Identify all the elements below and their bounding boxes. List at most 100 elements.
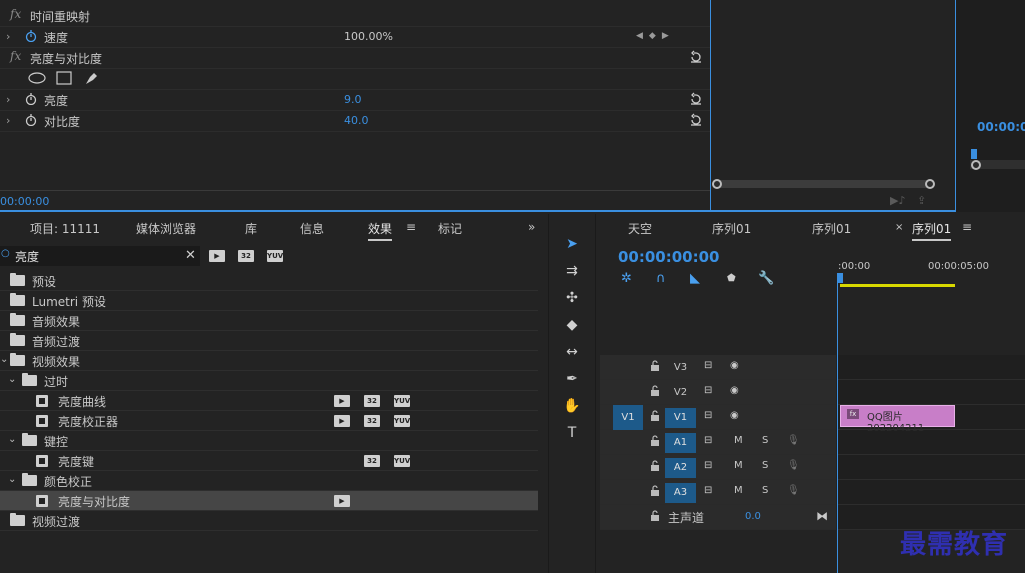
clear-search-icon[interactable]: ✕ xyxy=(185,248,196,263)
more-tabs-icon[interactable]: » xyxy=(528,220,535,234)
close-tab-icon[interactable]: × xyxy=(895,222,903,233)
snap-icon[interactable]: ∩ xyxy=(656,271,666,286)
ec-timecode[interactable]: 00:00:00 xyxy=(0,195,49,208)
video-track-header[interactable]: V1 V1 ⊟ ◉ xyxy=(600,405,836,430)
solo-button[interactable]: S xyxy=(762,460,768,471)
razor-tool-icon[interactable]: ◆ xyxy=(562,315,582,335)
source-patch[interactable]: V1 xyxy=(613,405,643,430)
slip-tool-icon[interactable]: ↔ xyxy=(562,342,582,362)
hand-tool-icon[interactable]: ✋ xyxy=(562,396,582,416)
track-lane[interactable] xyxy=(838,480,1025,505)
folder-item[interactable]: 视频过渡 xyxy=(0,511,538,531)
tab-markers[interactable]: 标记 xyxy=(438,220,462,237)
yuv-effects-filter[interactable]: YUV xyxy=(267,250,283,262)
track-name[interactable]: A3 xyxy=(665,483,696,503)
effect-item[interactable]: 亮度曲线 ▶ 32 YUV xyxy=(0,391,538,411)
ripple-edit-tool-icon[interactable]: ✣ xyxy=(562,288,582,308)
32bit-effects-filter[interactable]: 32 xyxy=(238,250,254,262)
ec-row-speed[interactable]: › 速度 100.00% ◀◆▶ xyxy=(0,27,710,48)
sync-lock-icon[interactable]: ⊟ xyxy=(704,410,712,421)
playhead-handle[interactable] xyxy=(837,273,843,283)
wrench-icon[interactable]: 🔧 xyxy=(758,271,774,286)
chevron-right-icon[interactable]: › xyxy=(6,114,10,127)
audio-track-header[interactable]: A2 ⊟ M S 🎙 xyxy=(600,455,836,480)
track-lane[interactable] xyxy=(838,380,1025,405)
ec-row-time-remap[interactable]: fx 时间重映射 xyxy=(0,6,710,27)
pen-tool-icon[interactable]: ✒ xyxy=(562,369,582,389)
sync-lock-icon[interactable]: ⊟ xyxy=(704,385,712,396)
microphone-icon[interactable]: 🎙 xyxy=(787,485,800,496)
work-area-bar[interactable] xyxy=(840,284,955,287)
panel-menu-icon[interactable]: ≡ xyxy=(406,220,416,234)
keyframe-nav[interactable]: ◀◆▶ xyxy=(636,31,675,41)
folder-item[interactable]: ⌄ 过时 xyxy=(0,371,538,391)
rectangle-mask-icon[interactable] xyxy=(56,71,72,85)
sync-lock-icon[interactable]: ⊟ xyxy=(704,435,712,446)
ec-row-brightness[interactable]: › 亮度 9.0 xyxy=(0,90,710,111)
program-timecode[interactable]: 00:00:0 xyxy=(977,120,1025,134)
lock-icon[interactable] xyxy=(650,360,660,372)
search-input[interactable] xyxy=(15,249,180,263)
audio-track-header[interactable]: A3 ⊟ M S 🎙 xyxy=(600,480,836,505)
chevron-down-icon[interactable]: ⌄ xyxy=(0,354,8,365)
track-name[interactable]: V2 xyxy=(665,383,696,403)
program-scroll-handle[interactable] xyxy=(971,160,981,170)
scrollbar-handle-left[interactable] xyxy=(712,179,722,189)
keyframe-scrollbar[interactable] xyxy=(716,180,930,188)
video-track-header[interactable]: V2 ⊟ ◉ xyxy=(600,380,836,405)
speed-value[interactable]: 100.00% xyxy=(344,30,393,43)
eye-icon[interactable]: ◉ xyxy=(730,410,739,421)
tab-sequence[interactable]: 序列01 xyxy=(712,220,751,237)
stopwatch-icon[interactable] xyxy=(25,114,37,126)
scrollbar-handle-right[interactable] xyxy=(925,179,935,189)
microphone-icon[interactable]: 🎙 xyxy=(787,435,800,446)
lock-icon[interactable] xyxy=(650,410,660,422)
sync-lock-icon[interactable]: ⊟ xyxy=(704,360,712,371)
track-select-tool-icon[interactable]: ⇉ xyxy=(562,261,582,281)
eye-icon[interactable]: ◉ xyxy=(730,385,739,396)
track-name[interactable]: A1 xyxy=(665,433,696,453)
solo-button[interactable]: S xyxy=(762,435,768,446)
ec-row-brightness-contrast[interactable]: fx 亮度与对比度 xyxy=(0,48,710,69)
chevron-right-icon[interactable]: › xyxy=(6,30,10,43)
tab-media-browser[interactable]: 媒体浏览器 xyxy=(136,220,196,237)
timeline-timecode[interactable]: 00:00:00:00 xyxy=(618,248,720,266)
mute-button[interactable]: M xyxy=(734,435,743,446)
chevron-down-icon[interactable]: ⌄ xyxy=(8,374,16,385)
track-lane[interactable] xyxy=(838,355,1025,380)
tab-effects[interactable]: 效果 xyxy=(368,220,393,241)
master-track-header[interactable]: 主声道 0.0 ⧓ xyxy=(600,505,836,530)
effect-item[interactable]: 亮度与对比度 ▶ xyxy=(0,491,538,511)
tab-project[interactable]: 项目: 11111 xyxy=(30,220,100,237)
linked-selection-icon[interactable]: ◣ xyxy=(690,271,700,286)
audio-track-header[interactable]: A1 ⊟ M S 🎙 xyxy=(600,430,836,455)
stopwatch-icon[interactable] xyxy=(25,30,37,42)
effect-item[interactable]: 亮度校正器 ▶ 32 YUV xyxy=(0,411,538,431)
lock-icon[interactable] xyxy=(650,510,660,522)
lock-icon[interactable] xyxy=(650,435,660,447)
track-lane[interactable] xyxy=(838,455,1025,480)
sync-lock-icon[interactable]: ⊟ xyxy=(704,485,712,496)
brightness-value[interactable]: 9.0 xyxy=(344,93,362,106)
effects-search-box[interactable]: ○ ✕ xyxy=(0,246,200,266)
microphone-icon[interactable]: 🎙 xyxy=(787,460,800,471)
track-name[interactable]: V1 xyxy=(665,408,696,428)
ec-row-contrast[interactable]: › 对比度 40.0 xyxy=(0,111,710,132)
panel-menu-icon[interactable]: ≡ xyxy=(962,220,972,234)
solo-button[interactable]: S xyxy=(762,485,768,496)
lock-icon[interactable] xyxy=(650,485,660,497)
playhead-line[interactable] xyxy=(837,273,838,573)
selection-tool-icon[interactable]: ➤ xyxy=(562,234,582,254)
chevron-right-icon[interactable]: › xyxy=(6,93,10,106)
tab-sequence[interactable]: 序列01 xyxy=(812,220,851,237)
folder-item[interactable]: 音频效果 xyxy=(0,311,538,331)
pen-mask-icon[interactable] xyxy=(84,70,100,86)
program-playhead[interactable] xyxy=(971,149,977,159)
video-track-header[interactable]: V3 ⊟ ◉ xyxy=(600,355,836,380)
reset-icon[interactable] xyxy=(689,113,703,127)
reset-icon[interactable] xyxy=(689,92,703,106)
go-to-end-icon[interactable]: ⧓ xyxy=(816,509,828,523)
ellipse-mask-icon[interactable] xyxy=(28,72,46,84)
tab-info[interactable]: 信息 xyxy=(300,220,324,237)
tab-libraries[interactable]: 库 xyxy=(245,220,257,237)
